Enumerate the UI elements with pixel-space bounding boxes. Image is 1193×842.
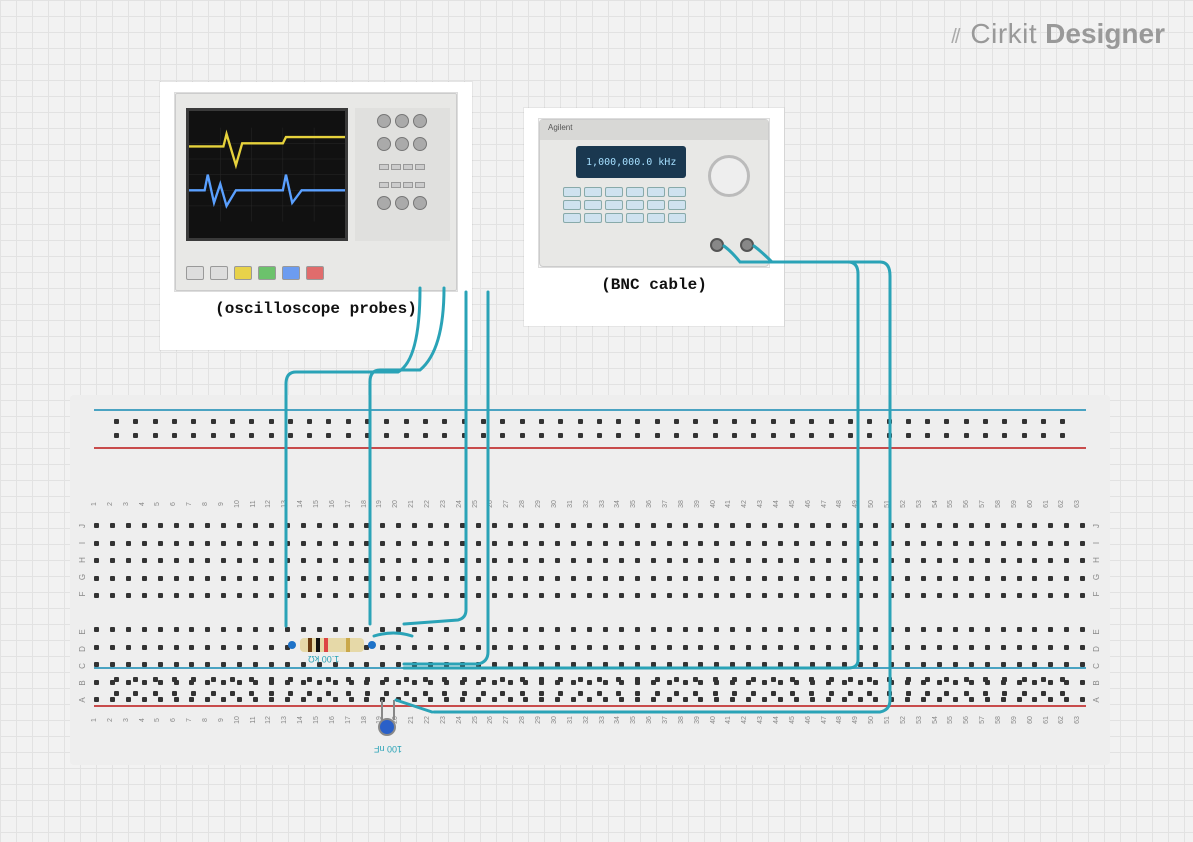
rail-row	[114, 433, 1066, 443]
wires-icon: //	[951, 26, 958, 49]
bottom-power-rail-1	[90, 665, 1090, 709]
fg-vendor-label: Agilent	[548, 123, 572, 132]
oscilloscope-caption: (oscilloscope probes)	[174, 300, 458, 318]
fg-output-port	[740, 238, 754, 252]
row-labels-left-lower: EDCBA	[76, 623, 90, 709]
app-logo: // Cirkit Designer	[951, 18, 1165, 50]
rail-row	[114, 419, 1066, 429]
fg-sync-port	[710, 238, 724, 252]
function-generator-caption: (BNC cable)	[538, 276, 770, 294]
function-generator-block[interactable]: Agilent 1,000,000.0 kHz (BNC cable)	[524, 108, 784, 326]
oscilloscope-traces	[189, 111, 345, 238]
row-labels-right-upper: JIHGF	[1090, 517, 1104, 603]
breadboard-upper-field	[94, 523, 1086, 603]
top-power-rail-1	[90, 407, 1090, 451]
breadboard[interactable]: 1234567891011121314151617181920212223242…	[70, 395, 1110, 765]
column-labels-bottom: 1234567891011121314151617181920212223242…	[94, 713, 1086, 727]
resistor-label: 1.00 kΩ	[308, 654, 339, 664]
column-labels-top: 1234567891011121314151617181920212223242…	[94, 497, 1086, 511]
capacitor[interactable]	[378, 718, 396, 736]
fg-display: 1,000,000.0 kHz	[576, 146, 685, 178]
oscilloscope-image	[174, 92, 458, 292]
resistor[interactable]	[300, 638, 364, 652]
fg-dial	[708, 155, 750, 197]
row-labels-left-upper: JIHGF	[76, 517, 90, 603]
function-generator-image: Agilent 1,000,000.0 kHz	[538, 118, 770, 268]
logo-brand: Cirkit	[970, 18, 1037, 50]
capacitor-label: 100 nF	[374, 744, 402, 754]
logo-product: Designer	[1045, 18, 1165, 50]
oscilloscope-block[interactable]: (oscilloscope probes)	[160, 82, 472, 350]
row-labels-right-lower: EDCBA	[1090, 623, 1104, 709]
